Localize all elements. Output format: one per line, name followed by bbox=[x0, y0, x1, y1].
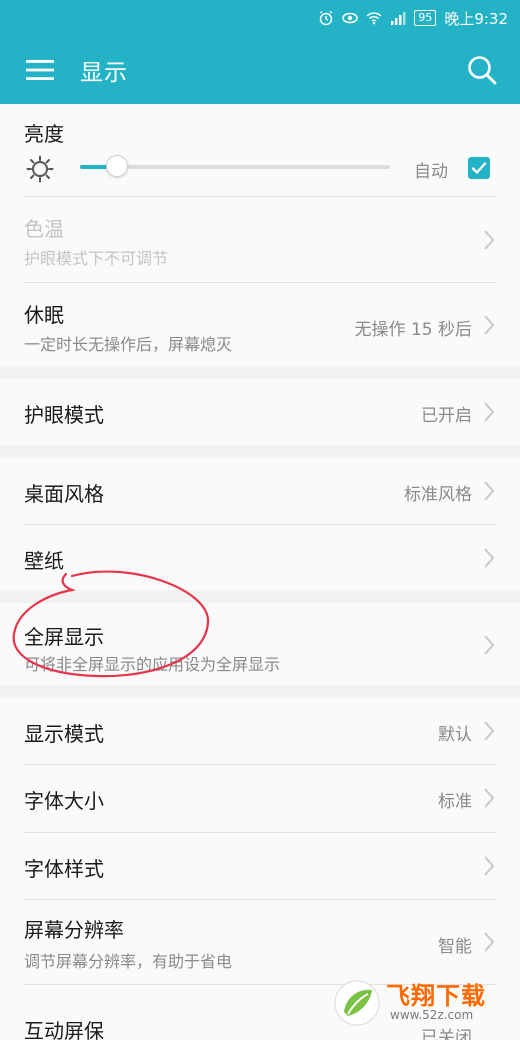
chevron-right-icon bbox=[484, 548, 495, 568]
page-title: 显示 bbox=[80, 60, 128, 86]
eye-icon bbox=[342, 12, 359, 24]
wifi-icon bbox=[366, 12, 382, 25]
display-mode-value: 默认 bbox=[438, 725, 472, 745]
chevron-right-icon bbox=[484, 635, 495, 655]
desktop-style-title: 桌面风格 bbox=[24, 482, 104, 506]
battery-indicator: 95 bbox=[414, 10, 437, 26]
color-temperature-title: 色温 bbox=[24, 217, 64, 241]
chevron-right-icon bbox=[484, 402, 495, 422]
chevron-right-icon bbox=[484, 932, 495, 952]
display-mode-title: 显示模式 bbox=[24, 722, 104, 746]
eye-comfort-title: 护眼模式 bbox=[24, 403, 104, 427]
display-mode-row[interactable]: 显示模式 默认 bbox=[0, 698, 520, 764]
chevron-right-icon bbox=[484, 315, 495, 335]
font-style-title: 字体样式 bbox=[24, 857, 104, 881]
sun-icon bbox=[26, 155, 54, 183]
font-size-value: 标准 bbox=[438, 792, 472, 812]
chevron-right-icon bbox=[484, 788, 495, 808]
sleep-value: 无操作 15 秒后 bbox=[354, 320, 472, 340]
search-icon[interactable] bbox=[466, 54, 498, 86]
watermark-logo-icon bbox=[334, 980, 380, 1026]
app-bar: 显示 bbox=[0, 36, 520, 104]
watermark-brand: 飞翔下载 bbox=[386, 982, 486, 1010]
sleep-row[interactable]: 休眠 一定时长无操作后，屏幕熄灭 无操作 15 秒后 bbox=[0, 283, 520, 366]
resolution-title: 屏幕分辨率 bbox=[24, 918, 124, 942]
font-style-row[interactable]: 字体样式 bbox=[0, 833, 520, 899]
desktop-style-value: 标准风格 bbox=[404, 485, 472, 505]
brightness-title: 亮度 bbox=[24, 122, 64, 146]
resolution-subtitle: 调节屏幕分辨率，有助于省电 bbox=[24, 952, 233, 971]
menu-icon bbox=[26, 60, 54, 80]
status-time: 晚上9:32 bbox=[444, 9, 508, 28]
color-temperature-row: 色温 护眼模式下不可调节 bbox=[0, 197, 520, 282]
checkmark-icon bbox=[471, 162, 487, 174]
chevron-right-icon bbox=[484, 856, 495, 876]
eye-comfort-value: 已开启 bbox=[421, 406, 472, 426]
color-temperature-subtitle: 护眼模式下不可调节 bbox=[24, 249, 169, 268]
font-size-title: 字体大小 bbox=[24, 789, 104, 813]
annotation-circle bbox=[12, 570, 210, 678]
eye-comfort-row[interactable]: 护眼模式 已开启 bbox=[0, 379, 520, 445]
chevron-right-icon bbox=[484, 481, 495, 501]
chevron-right-icon bbox=[484, 230, 495, 250]
resolution-value: 智能 bbox=[438, 937, 472, 957]
menu-button[interactable] bbox=[0, 36, 80, 104]
auto-brightness-label: 自动 bbox=[414, 162, 448, 182]
auto-brightness-checkbox[interactable] bbox=[468, 157, 490, 179]
chevron-right-icon bbox=[484, 721, 495, 741]
watermark-url: www.52z.com bbox=[390, 1008, 474, 1022]
watermark: 飞翔下载 www.52z.com bbox=[332, 974, 512, 1034]
font-size-row[interactable]: 字体大小 标准 bbox=[0, 765, 520, 832]
brightness-slider[interactable] bbox=[80, 155, 390, 177]
alarm-icon bbox=[319, 10, 333, 26]
desktop-style-row[interactable]: 桌面风格 标准风格 bbox=[0, 458, 520, 524]
status-bar: 95 晚上9:32 bbox=[0, 0, 520, 36]
sleep-title: 休眠 bbox=[24, 303, 64, 327]
brightness-row: 亮度 bbox=[0, 104, 520, 196]
resolution-row[interactable]: 屏幕分辨率 调节屏幕分辨率，有助于省电 智能 bbox=[0, 900, 520, 984]
interactive-screensaver-title: 互动屏保 bbox=[24, 1019, 104, 1040]
sleep-subtitle: 一定时长无操作后，屏幕熄灭 bbox=[24, 335, 233, 354]
brightness-slider-thumb[interactable] bbox=[106, 155, 128, 177]
signal-icon bbox=[391, 12, 406, 25]
